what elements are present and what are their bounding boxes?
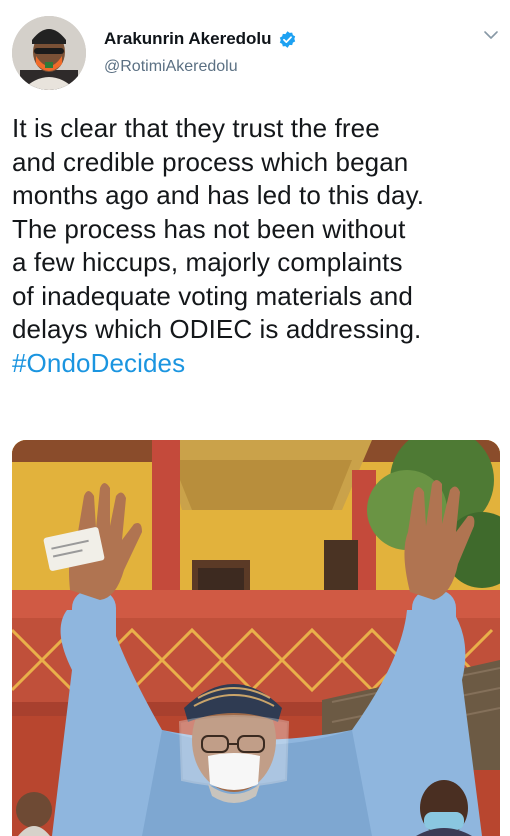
tweet-text-line: of inadequate voting materials and xyxy=(12,280,413,311)
author-handle[interactable]: @RotimiAkeredolu xyxy=(104,58,297,76)
avatar-image xyxy=(12,16,86,90)
author-info: Arakunrin Akeredolu @RotimiAkeredolu xyxy=(104,26,297,76)
tweet-text-line: It is clear that they trust the free xyxy=(12,113,380,143)
tweet-card: Arakunrin Akeredolu @RotimiAkeredolu It … xyxy=(0,0,510,836)
tweet-text-line: months ago and has led to this day. xyxy=(12,180,425,210)
tweet-text-line: a few hiccups, majorly complaints xyxy=(12,247,403,277)
tweet-photo[interactable] xyxy=(12,440,500,836)
author-display-name[interactable]: Arakunrin Akeredolu xyxy=(104,29,272,49)
hashtag-link[interactable]: #OndoDecides xyxy=(12,347,498,381)
tweet-header: Arakunrin Akeredolu @RotimiAkeredolu xyxy=(12,14,500,94)
tweet-text-line: and credible process which began xyxy=(12,146,409,177)
tweet-text: It is clear that they trust the free and… xyxy=(12,112,498,380)
avatar[interactable] xyxy=(12,16,86,90)
verified-badge-icon xyxy=(278,30,297,49)
tweet-text-line: delays which ODIEC is addressing. xyxy=(12,314,422,344)
chevron-down-icon[interactable] xyxy=(482,26,500,44)
tweet-text-line: The process has not been without xyxy=(12,213,406,244)
photo-illustration xyxy=(12,440,500,836)
